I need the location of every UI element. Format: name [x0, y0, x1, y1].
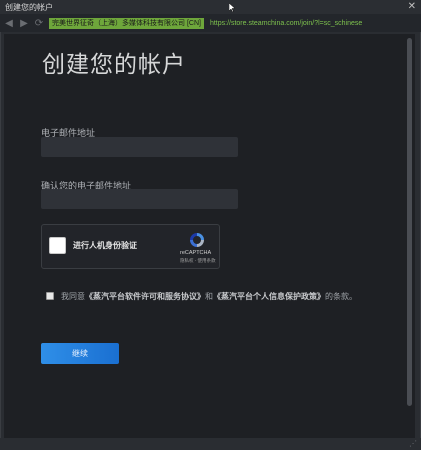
email-field[interactable]	[41, 137, 238, 157]
license-agreement-link[interactable]: 《蒸汽平台软件许可和服务协议》	[85, 292, 205, 301]
agreement-prefix: 我同意	[61, 292, 85, 301]
privacy-policy-link[interactable]: 《蒸汽平台个人信息保护政策》	[213, 292, 325, 301]
certificate-badge[interactable]: 完美世界征奇（上海）多媒体科技有限公司 [CN]	[49, 17, 204, 29]
agreement-text: 我同意《蒸汽平台软件许可和服务协议》和《蒸汽平台个人信息保护政策》的条款。	[61, 290, 361, 303]
recaptcha-brand: reCAPTCHA	[180, 250, 212, 256]
recaptcha-links[interactable]: 隐私权 - 使用条款	[180, 258, 216, 264]
continue-button[interactable]: 继续	[41, 343, 119, 364]
agreement-and: 和	[205, 292, 213, 301]
url-text[interactable]: https://store.steamchina.com/join/?l=sc_…	[210, 20, 362, 27]
navigation-bar: ◀ ▶ ⟳ 完美世界征奇（上海）多媒体科技有限公司 [CN] https://s…	[0, 14, 421, 32]
page-title: 创建您的帐户	[42, 52, 186, 78]
forward-icon[interactable]: ▶	[18, 16, 30, 30]
scrollbar-thumb[interactable]	[407, 38, 412, 406]
close-icon[interactable]: ✕	[408, 1, 416, 13]
bottom-bar: ⋰	[0, 438, 421, 450]
window-title: 创建您的帐户	[5, 2, 53, 12]
back-icon[interactable]: ◀	[3, 16, 15, 30]
recaptcha-logo-icon	[190, 233, 204, 247]
confirm-email-field[interactable]	[41, 189, 238, 209]
agreement-suffix: 的条款。	[325, 292, 357, 301]
recaptcha-widget: 进行人机身份验证 reCAPTCHA 隐私权 - 使用条款	[41, 224, 220, 269]
reload-icon[interactable]: ⟳	[33, 16, 45, 30]
title-bar: 创建您的帐户 ✕	[0, 0, 421, 14]
recaptcha-checkbox[interactable]	[49, 237, 66, 254]
recaptcha-label: 进行人机身份验证	[73, 241, 137, 250]
agree-checkbox[interactable]	[46, 292, 54, 300]
resize-grip-icon[interactable]: ⋰	[409, 440, 417, 448]
mouse-cursor-icon	[229, 3, 235, 12]
